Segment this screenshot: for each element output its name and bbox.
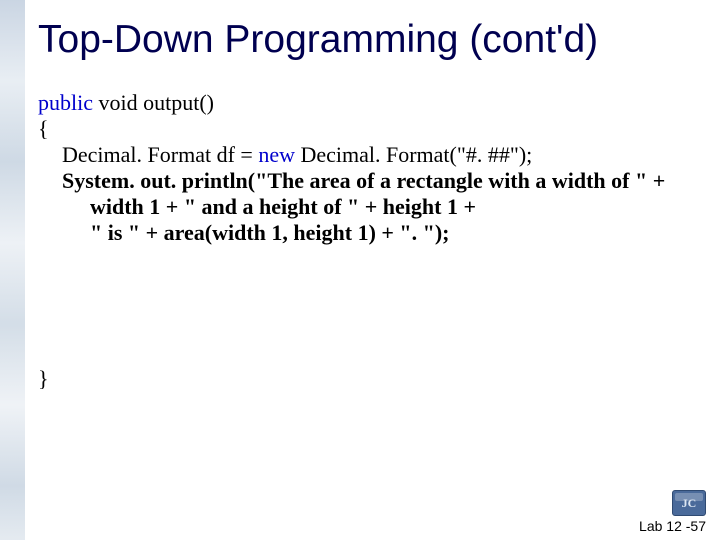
kw-new: new (258, 142, 295, 167)
slide-title: Top-Down Programming (cont'd) (38, 18, 700, 62)
kw-public: public (38, 90, 93, 115)
method-name: output() (143, 90, 214, 115)
code-line-1b: Decimal. Format("#. ##"); (295, 142, 532, 167)
slide-number: Lab 12 -57 (639, 518, 706, 534)
slide-container: Top-Down Programming (cont'd) public voi… (0, 0, 720, 540)
code-line-3: width 1 + " and a height of " + height 1… (38, 194, 700, 220)
logo-badge: JC (672, 490, 706, 516)
slide-footer: JC Lab 12 -57 (639, 490, 706, 534)
code-line-2: System. out. println("The area of a rect… (38, 168, 700, 194)
logo-text: JC (682, 496, 697, 511)
brace-close: } (38, 366, 700, 392)
kw-void: void (93, 90, 143, 115)
code-line-1a: Decimal. Format df = (62, 142, 258, 167)
code-block: public void output() { Decimal. Format d… (38, 90, 700, 392)
code-line-4: " is " + area(width 1, height 1) + ". ")… (38, 220, 700, 246)
brace-open: { (38, 116, 49, 141)
